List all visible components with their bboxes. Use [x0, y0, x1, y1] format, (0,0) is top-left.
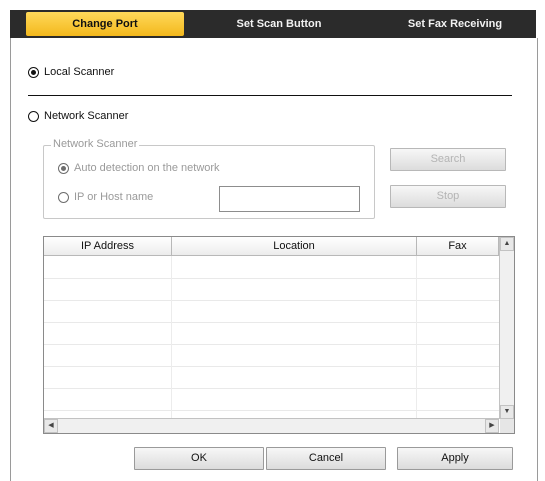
stop-button[interactable]: Stop — [390, 185, 506, 208]
tab-bar: Change Port Set Scan Button Set Fax Rece… — [0, 0, 545, 43]
cancel-button[interactable]: Cancel — [266, 447, 386, 470]
apply-button[interactable]: Apply — [397, 447, 513, 470]
ip-host-label: IP or Host name — [74, 191, 154, 203]
column-header-location[interactable]: Location — [172, 237, 417, 255]
column-divider — [171, 256, 172, 424]
scroll-right-icon[interactable]: ▶ — [485, 419, 499, 433]
network-scanner-group-title: Network Scanner — [51, 138, 140, 150]
auto-detection-radio[interactable] — [58, 163, 69, 174]
section-divider — [28, 95, 512, 96]
table-row — [44, 344, 499, 367]
network-scanner-radio[interactable] — [28, 111, 39, 122]
scroll-up-icon[interactable]: ▲ — [500, 237, 514, 251]
table-row — [44, 388, 499, 411]
local-scanner-label: Local Scanner — [44, 66, 115, 78]
scroll-down-icon[interactable]: ▼ — [500, 405, 514, 419]
ip-host-input[interactable] — [219, 186, 360, 212]
table-header: IP Address Location Fax — [44, 237, 499, 256]
ip-host-radio[interactable] — [58, 192, 69, 203]
table-row — [44, 256, 499, 279]
scroll-left-icon[interactable]: ◀ — [44, 419, 58, 433]
horizontal-scrollbar[interactable]: ◀ ▶ — [44, 418, 499, 433]
table-body — [44, 256, 499, 433]
tab-change-port[interactable]: Change Port — [26, 12, 184, 36]
ok-button[interactable]: OK — [134, 447, 264, 470]
search-button[interactable]: Search — [390, 148, 506, 171]
tab-set-scan-button[interactable]: Set Scan Button — [206, 12, 352, 36]
tab-set-fax-receiving[interactable]: Set Fax Receiving — [380, 12, 530, 36]
scroll-corner — [500, 419, 514, 433]
column-header-ip-address[interactable]: IP Address — [44, 237, 172, 255]
scanner-list-table[interactable]: IP Address Location Fax ▲ ▼ ◀ ▶ — [43, 236, 515, 434]
table-row — [44, 300, 499, 323]
column-header-fax[interactable]: Fax — [417, 237, 499, 255]
table-row — [44, 366, 499, 389]
network-scanner-label: Network Scanner — [44, 110, 129, 122]
local-scanner-radio[interactable] — [28, 67, 39, 78]
table-row — [44, 278, 499, 301]
table-row — [44, 322, 499, 345]
auto-detection-label: Auto detection on the network — [74, 162, 220, 174]
vertical-scrollbar[interactable]: ▲ ▼ — [499, 237, 514, 419]
column-divider — [416, 256, 417, 424]
